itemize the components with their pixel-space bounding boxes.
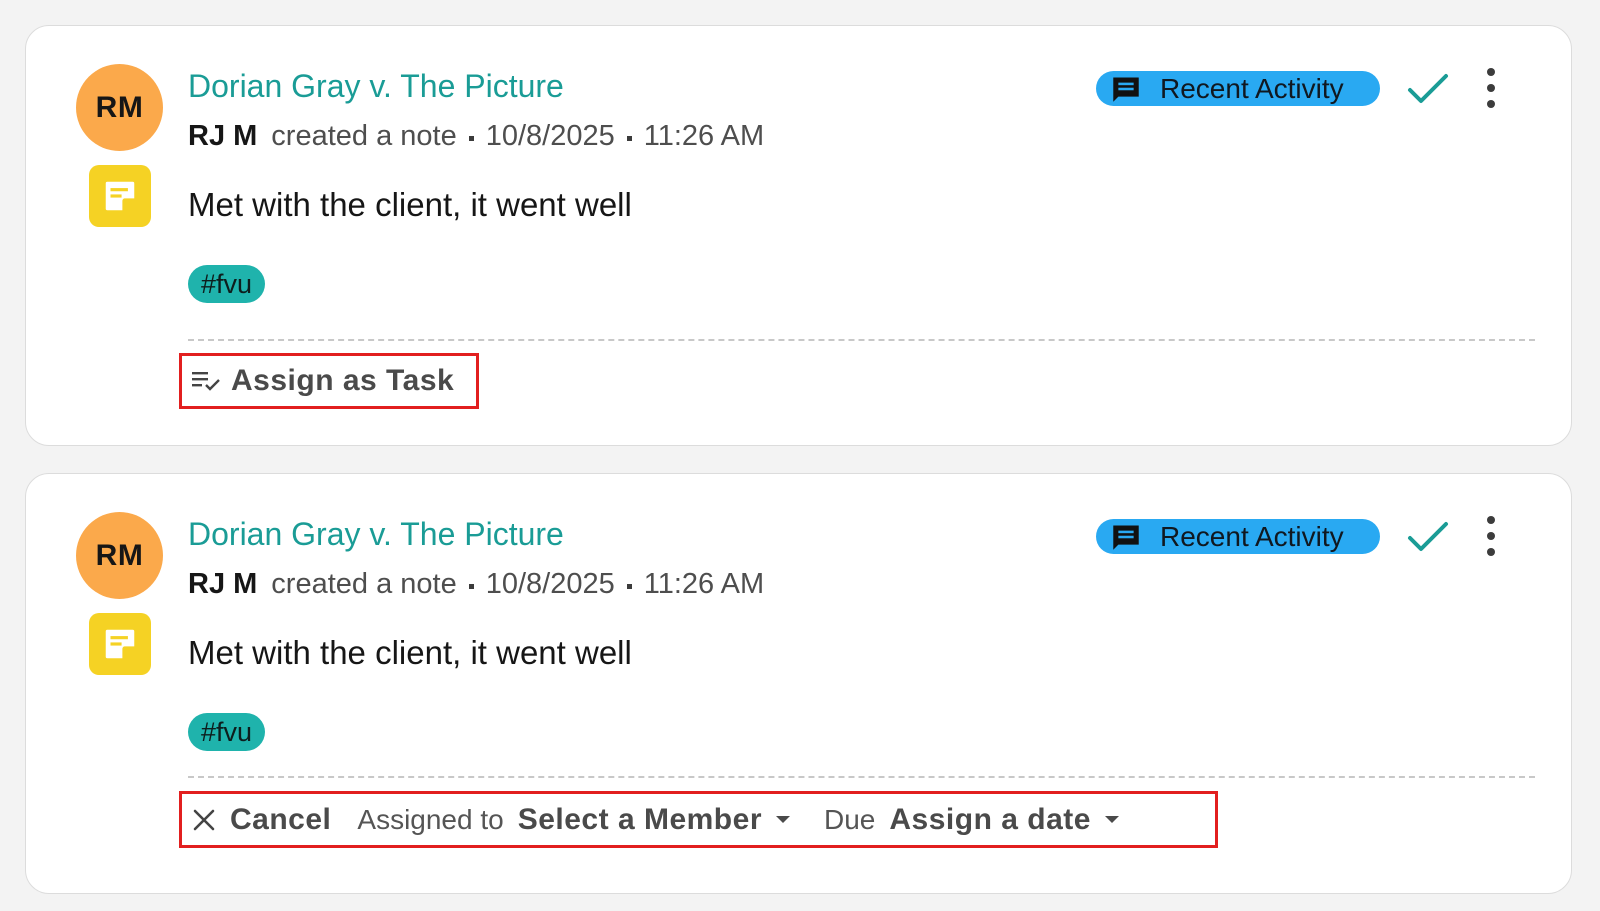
sticky-note-icon — [89, 613, 151, 675]
note-time: 11:26 AM — [643, 568, 765, 600]
avatar: RM — [76, 512, 163, 599]
author-name: RJ M — [188, 568, 258, 600]
note-meta: RJ M created a note 10/8/2025 11:26 AM — [188, 120, 764, 153]
assigned-to-label: Assigned to — [357, 803, 504, 835]
cancel-button[interactable]: Cancel — [230, 803, 331, 837]
checkmark-icon[interactable] — [1406, 70, 1450, 108]
activity-card: RM Dorian Gray v. The Picture RJ M creat… — [25, 25, 1572, 446]
assign-as-task-label: Assign as Task — [231, 364, 455, 397]
avatar-initials: RM — [95, 90, 144, 124]
chat-bubble-icon — [1110, 75, 1144, 103]
note-date: 10/8/2025 — [485, 120, 615, 152]
playlist-check-icon — [191, 370, 221, 392]
matter-title-link[interactable]: Dorian Gray v. The Picture — [188, 68, 564, 105]
recent-activity-badge[interactable]: Recent Activity — [1096, 519, 1380, 554]
sticky-note-icon — [89, 165, 151, 227]
badge-label: Recent Activity — [1160, 520, 1344, 552]
note-body: Met with the client, it went well — [188, 186, 632, 223]
note-time: 11:26 AM — [643, 120, 765, 152]
separator-dot — [626, 136, 632, 141]
dashed-divider — [188, 776, 1535, 778]
hashtag-label: #fvu — [201, 268, 253, 299]
badge-label: Recent Activity — [1160, 72, 1344, 104]
note-body: Met with the client, it went well — [188, 634, 632, 671]
matter-title-link[interactable]: Dorian Gray v. The Picture — [188, 516, 564, 553]
close-icon[interactable] — [192, 808, 216, 832]
member-select-value: Select a Member — [517, 802, 762, 836]
hashtag-chip[interactable]: #fvu — [188, 713, 266, 751]
member-select[interactable]: Select a Member — [518, 803, 790, 837]
hashtag-chip[interactable]: #fvu — [188, 265, 266, 303]
due-date-select-value: Assign a date — [889, 802, 1091, 836]
checkmark-icon[interactable] — [1406, 518, 1450, 556]
assign-as-task-button[interactable]: Assign as Task — [179, 353, 479, 409]
note-date: 10/8/2025 — [485, 568, 615, 600]
more-vert-icon[interactable] — [1484, 68, 1498, 108]
avatar: RM — [76, 64, 163, 151]
chat-bubble-icon — [1110, 523, 1144, 551]
due-label: Due — [824, 803, 876, 835]
hashtag-label: #fvu — [201, 716, 253, 747]
separator-dot — [468, 584, 474, 589]
activity-card: RM Dorian Gray v. The Picture RJ M creat… — [25, 473, 1572, 894]
caret-down-icon — [776, 816, 790, 823]
avatar-initials: RM — [95, 538, 144, 572]
separator-dot — [626, 584, 632, 589]
action-text: created a note — [271, 568, 457, 600]
dashed-divider — [188, 339, 1535, 341]
due-date-select[interactable]: Assign a date — [889, 803, 1119, 837]
caret-down-icon — [1104, 816, 1119, 823]
note-meta: RJ M created a note 10/8/2025 11:26 AM — [188, 568, 764, 601]
action-text: created a note — [271, 120, 457, 152]
recent-activity-badge[interactable]: Recent Activity — [1096, 71, 1380, 106]
assign-task-form: Cancel Assigned to Select a Member Due A… — [179, 791, 1218, 848]
author-name: RJ M — [188, 120, 258, 152]
separator-dot — [468, 136, 474, 141]
more-vert-icon[interactable] — [1484, 516, 1498, 556]
